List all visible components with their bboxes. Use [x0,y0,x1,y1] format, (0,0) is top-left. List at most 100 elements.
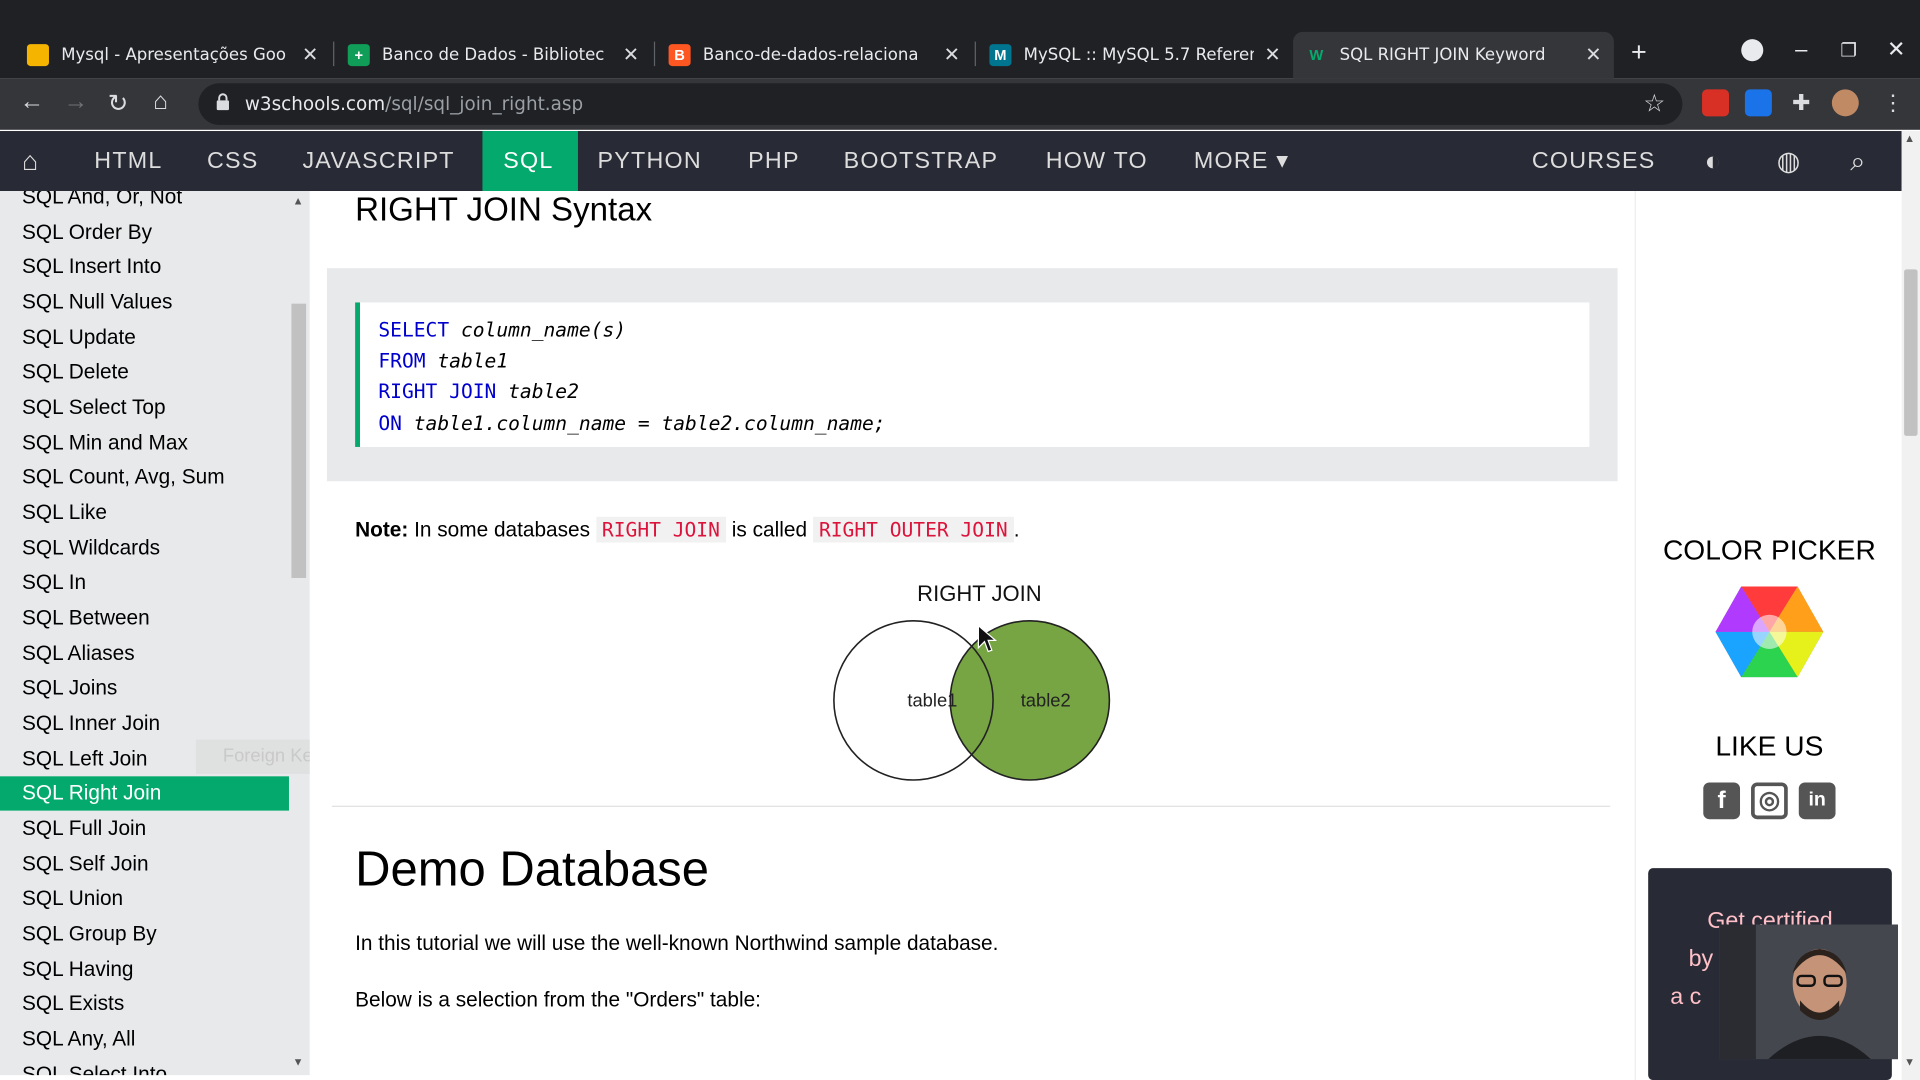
address-bar[interactable]: w3schools.com/sql/sql_join_right.asp ☆ [198,83,1683,125]
sidebar-item[interactable]: SQL Self Join [0,847,289,881]
reload-icon[interactable]: ↻ [108,88,129,119]
back-icon[interactable]: ← [20,88,44,116]
slides-icon [26,44,49,67]
color-picker-icon[interactable] [1714,583,1824,681]
blogger-icon: B [668,44,691,67]
sidebar-item[interactable]: SQL Count, Avg, Sum [0,460,289,494]
tab-title: MySQL :: MySQL 5.7 Referenc [1023,45,1254,65]
tab-sheets[interactable]: + Banco de Dados - Bibliotec ✕ [336,32,652,79]
like-us-heading: LIKE US [1715,729,1824,762]
close-icon[interactable]: ✕ [302,43,318,67]
tab-slides[interactable]: Mysql - Apresentações Goo ✕ [15,32,331,79]
sidebar-item[interactable]: SQL Wildcards [0,531,289,565]
nav-php[interactable]: PHP [727,131,820,191]
scroll-down-icon[interactable]: ▼ [1904,1056,1915,1068]
nav-bootstrap[interactable]: BOOTSTRAP [823,131,1019,191]
sidebar-item[interactable]: SQL In [0,566,289,600]
sidebar-item[interactable]: SQL Exists [0,987,289,1021]
sidebar-item[interactable]: SQL Min and Max [0,426,289,460]
avatar[interactable] [1831,89,1859,117]
sidebar-item[interactable]: SQL Full Join [0,812,289,846]
minimize-icon[interactable]: – [1795,37,1807,63]
sidebar-item[interactable]: SQL Like [0,496,289,530]
tab-w3schools[interactable]: W SQL RIGHT JOIN Keyword ✕ [1293,31,1614,79]
sidebar-item[interactable]: SQL And, Or, Not [0,191,289,214]
tab-strip: Mysql - Apresentações Goo ✕ + Banco de D… [0,0,1920,79]
sidebar-item[interactable]: SQL Joins [0,671,289,705]
scroll-down-icon[interactable]: ▼ [293,1056,304,1068]
window-close-icon[interactable]: ✕ [1887,37,1905,63]
instagram-icon[interactable]: ◎ [1751,782,1788,820]
code-keyword: SELECT [378,318,450,342]
tab-blogger[interactable]: B Banco-de-dados-relaciona ✕ [656,32,972,79]
search-icon[interactable]: ⌕ [1850,146,1865,178]
code-keyword: ON [378,410,402,435]
forward-icon[interactable]: → [64,88,88,116]
sidebar-item[interactable]: SQL Update [0,321,289,355]
nav-python[interactable]: PYTHON [577,131,723,191]
sidebar-scroll-thumb[interactable] [291,303,307,578]
venn-left-label: table1 [907,690,957,711]
sidebar-item[interactable]: SQL Any, All [0,1022,289,1056]
code-text: table2 [508,380,579,404]
globe-icon[interactable]: ◍ [1777,146,1801,178]
nav-html[interactable]: HTML [73,131,183,191]
section-divider [331,805,1611,807]
sidebar-item[interactable]: SQL Order By [0,216,289,250]
sidebar-item[interactable]: SQL Null Values [0,285,289,319]
sidebar-item[interactable]: SQL Select Into [0,1058,289,1075]
page-scroll-thumb[interactable] [1904,269,1918,436]
sidebar-item[interactable]: SQL Group By [0,917,289,951]
webcam-overlay [1719,924,1898,1060]
sidebar-item[interactable]: SQL Insert Into [0,250,289,284]
nav-css[interactable]: CSS [186,131,279,191]
sidebar-item-active[interactable]: SQL Right Join [0,776,289,811]
sidebar-item[interactable]: SQL Delete [0,355,289,389]
tab-mysql[interactable]: M MySQL :: MySQL 5.7 Referenc ✕ [977,32,1293,79]
scroll-up-icon[interactable]: ▲ [293,195,304,207]
tab-title: Mysql - Apresentações Goo [61,45,286,65]
close-icon[interactable]: ✕ [1585,43,1601,67]
sidebar-item[interactable]: SQL Inner Join [0,707,289,741]
facebook-icon[interactable]: f [1703,782,1741,820]
nav-more[interactable]: MORE ▾ [1173,131,1310,191]
w3schools-icon: W [1309,46,1324,64]
bookmark-star-icon[interactable]: ☆ [1643,88,1665,119]
nav-courses[interactable]: COURSES [1511,131,1676,191]
sidebar-item[interactable]: SQL Select Top [0,391,289,425]
nav-howto[interactable]: HOW TO [1025,131,1169,191]
paragraph: In this tutorial we will use the well-kn… [355,931,999,956]
new-tab-icon[interactable]: + [1631,37,1647,69]
sidebar-item[interactable]: SQL Aliases [0,637,289,671]
close-icon[interactable]: ✕ [1264,43,1280,67]
sidebar-item[interactable]: SQL Having [0,953,289,987]
nav-javascript[interactable]: JAVASCRIPT [282,131,476,191]
demo-heading: Demo Database [355,842,710,897]
extension-icon[interactable] [1744,89,1772,117]
nav-sql[interactable]: SQL [482,131,578,192]
sidebar-item[interactable]: SQL Union [0,882,289,916]
extension-icon[interactable] [1702,89,1729,117]
url-path: /sql/sql_join_right.asp [385,93,584,116]
close-icon[interactable]: ✕ [944,43,960,67]
note-text: is called [731,517,808,542]
scroll-up-icon[interactable]: ▲ [1904,132,1915,144]
main-content: RIGHT JOIN Syntax SELECT column_name(s) … [309,191,1635,1080]
home-icon[interactable]: ⌂ [22,146,38,178]
sidebar-item[interactable]: SQL Between [0,601,289,635]
home-icon[interactable]: ⌂ [153,88,168,116]
webcam-person-image [1719,924,1898,1060]
linkedin-icon[interactable]: in [1798,782,1836,820]
menu-kebab-icon[interactable]: ⋮ [1880,89,1907,116]
contrast-icon[interactable]: ◐ [1705,146,1721,178]
tab-search-icon[interactable] [1741,39,1764,62]
close-icon[interactable]: ✕ [623,43,639,67]
sheets-icon: + [347,44,370,67]
code-keyword: FROM [378,349,426,373]
note-label: Note: [355,517,409,542]
tab-separator [653,41,656,67]
syntax-heading: RIGHT JOIN Syntax [355,191,653,228]
extensions-puzzle-icon[interactable]: ✚ [1788,89,1815,116]
note-paragraph: Note: In some databases RIGHT JOIN is ca… [355,516,1020,543]
restore-icon[interactable]: ❐ [1840,39,1856,61]
